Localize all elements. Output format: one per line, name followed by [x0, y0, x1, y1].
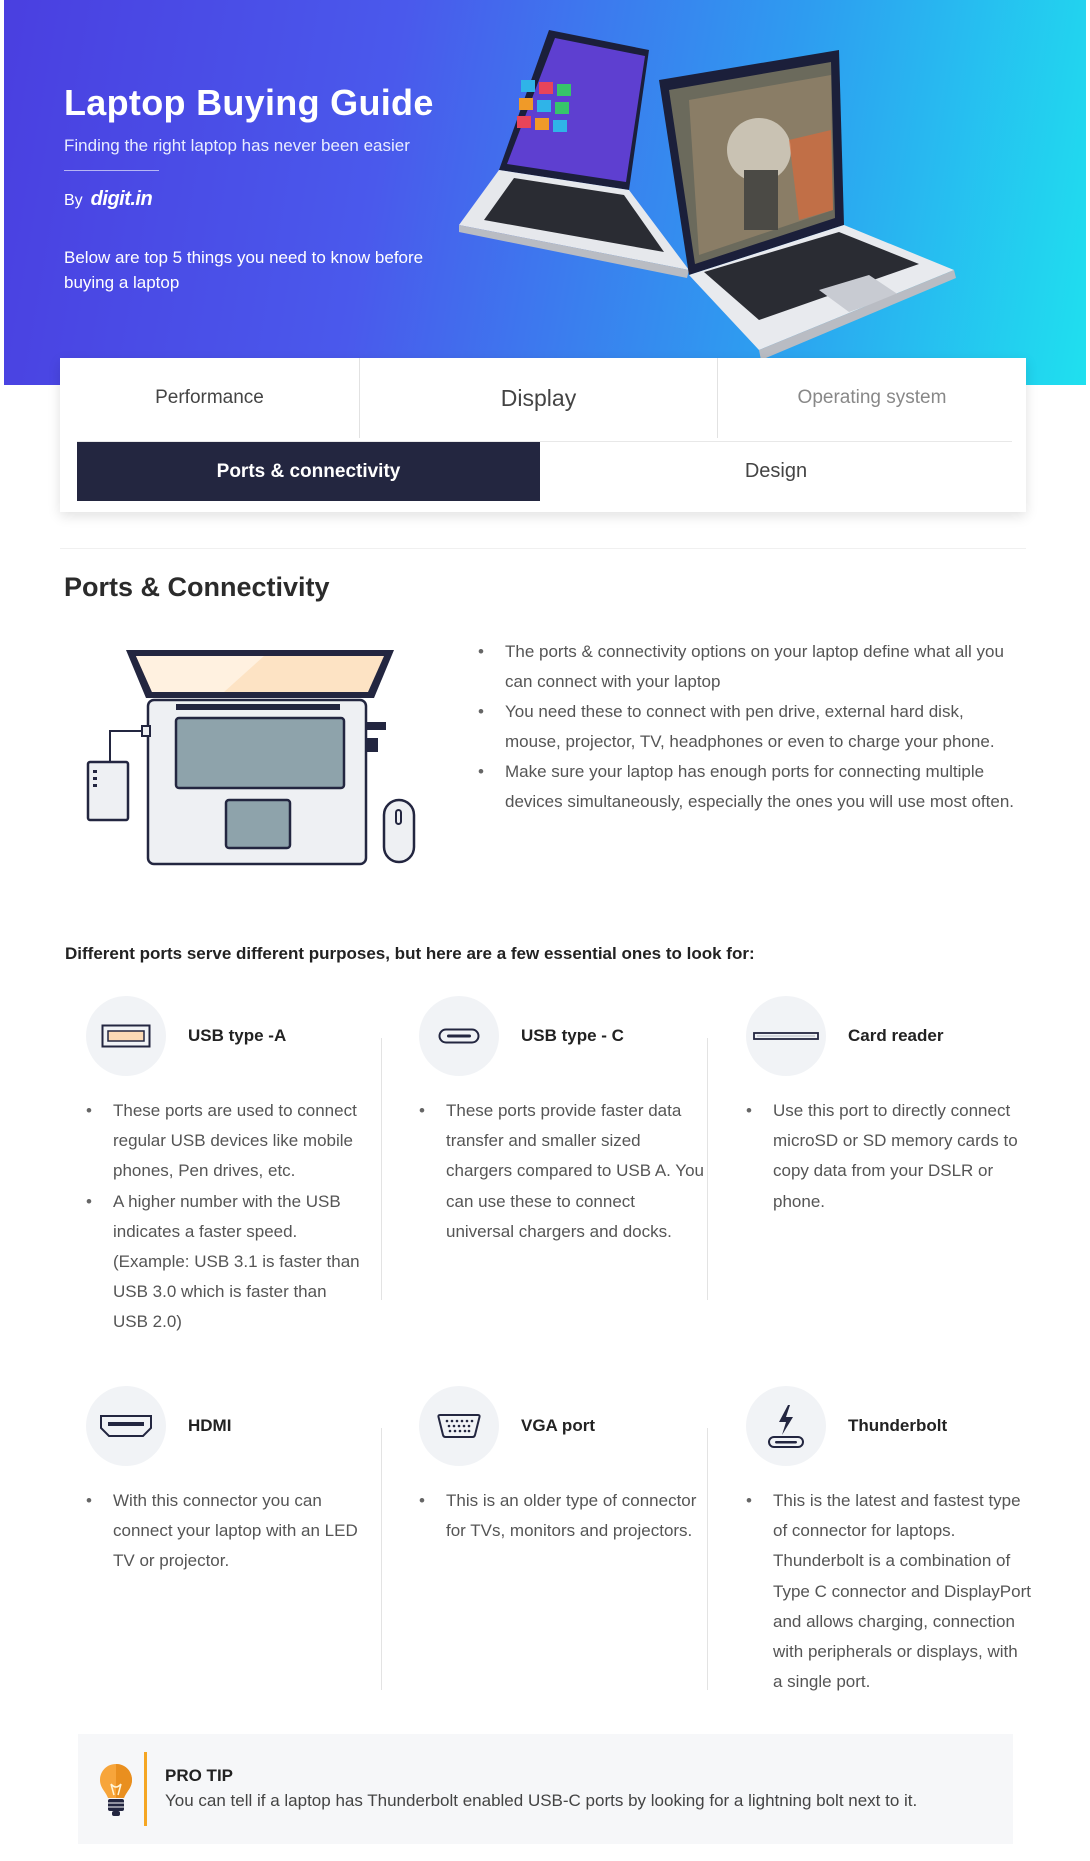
byline-label: By: [64, 192, 83, 209]
intro-point: Make sure your laptop has enough ports f…: [478, 757, 1018, 817]
column-divider: [707, 1038, 708, 1300]
pro-tip-title: PRO TIP: [165, 1766, 234, 1785]
port-point: This is the latest and fastest type of c…: [746, 1486, 1031, 1697]
column-divider: [707, 1428, 708, 1690]
brand-logo[interactable]: digit.in: [91, 188, 153, 211]
hero-divider: [64, 170, 159, 171]
page-title: Laptop Buying Guide: [64, 82, 434, 123]
pro-tip-box: PRO TIP You can tell if a laptop has Thu…: [78, 1734, 1013, 1844]
intro-list: The ports & connectivity options on your…: [478, 637, 1018, 817]
port-point: These ports provide faster data transfer…: [419, 1096, 707, 1247]
laptop-ports-illustration: [86, 650, 416, 866]
pro-tip-text: You can tell if a laptop has Thunderbolt…: [165, 1791, 918, 1810]
port-card-hdmi: HDMI With this connector you can connect…: [86, 1386, 366, 1577]
laptops-hero-image: [459, 30, 956, 360]
card-reader-icon: [746, 996, 826, 1076]
port-name: USB type - C: [521, 1026, 624, 1045]
port-point: With this connector you can connect your…: [86, 1486, 366, 1577]
tab-row-top: Performance Display Operating system: [60, 358, 1026, 438]
port-point: Use this port to directly connect microS…: [746, 1096, 1031, 1217]
intro-point: The ports & connectivity options on your…: [478, 637, 1018, 697]
pro-tip-accent: [144, 1752, 147, 1826]
port-card-thunderbolt: Thunderbolt This is the latest and faste…: [746, 1386, 1031, 1697]
thunderbolt-icon: [746, 1386, 826, 1466]
port-name: Card reader: [848, 1026, 944, 1045]
column-divider: [381, 1428, 382, 1690]
topic-tabs: Performance Display Operating system Por…: [60, 358, 1026, 512]
usb-a-icon: [86, 996, 166, 1076]
essentials-heading: Different ports serve different purposes…: [65, 944, 755, 963]
section-divider: [60, 548, 1026, 549]
vga-icon: [419, 1386, 499, 1466]
hero-banner: Laptop Buying Guide Finding the right la…: [4, 0, 1086, 385]
tab-row-bottom: Ports & connectivity Design: [77, 441, 1012, 501]
section-title: Ports & Connectivity: [64, 572, 330, 602]
intro-point: You need these to connect with pen drive…: [478, 697, 1018, 757]
port-name: Thunderbolt: [848, 1416, 948, 1435]
port-point: A higher number with the USB indicates a…: [86, 1187, 366, 1338]
port-name: VGA port: [521, 1416, 595, 1435]
port-point: This is an older type of connector for T…: [419, 1486, 707, 1546]
hero-subtitle: Finding the right laptop has never been …: [64, 136, 410, 155]
lightbulb-icon: [100, 1764, 132, 1816]
column-divider: [381, 1038, 382, 1300]
port-card-card-reader: Card reader Use this port to directly co…: [746, 996, 1031, 1217]
hdmi-icon: [86, 1386, 166, 1466]
port-card-vga: VGA port This is an older type of connec…: [419, 1386, 707, 1546]
port-card-usb-a: USB type -A These ports are used to conn…: [86, 996, 366, 1338]
tab-display[interactable]: Display: [360, 358, 718, 438]
port-name: HDMI: [188, 1416, 232, 1435]
tab-operating-system[interactable]: Operating system: [718, 358, 1026, 438]
port-card-usb-c: USB type - C These ports provide faster …: [419, 996, 707, 1247]
tab-performance[interactable]: Performance: [60, 358, 360, 438]
port-point: These ports are used to connect regular …: [86, 1096, 366, 1187]
usb-c-icon: [419, 996, 499, 1076]
tab-ports-connectivity[interactable]: Ports & connectivity: [77, 442, 540, 501]
tab-design[interactable]: Design: [540, 442, 1012, 501]
port-name: USB type -A: [188, 1026, 287, 1045]
byline: By digit.in: [64, 188, 153, 211]
hero-intro: Below are top 5 things you need to know …: [64, 248, 424, 292]
